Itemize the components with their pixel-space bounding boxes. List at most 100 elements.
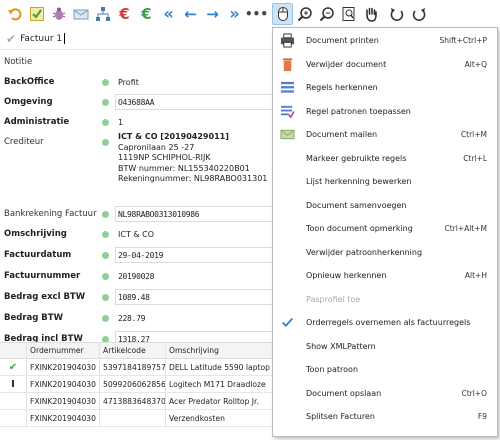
menu-item-document-samenvoegen[interactable]: Document samenvoegen: [273, 194, 497, 218]
menu-item-document-mailen[interactable]: Document mailen Ctrl+M: [273, 123, 497, 147]
text-cursor: [64, 33, 66, 44]
cell-artikelcode: 4713883648370: [100, 393, 166, 409]
document-tab[interactable]: ✔ Factuur 1: [0, 28, 272, 50]
backoffice-label: BackOffice: [4, 77, 55, 87]
administratie-label: Administratie: [4, 117, 70, 127]
menu-item-pasprofiel-toe: Pasprofiel toe: [273, 288, 497, 312]
check-icon: ✔: [6, 31, 17, 46]
omgeving-row: Omgeving O43688AA: [0, 92, 272, 112]
menu-item-splitsen-facturen[interactable]: Splitsen Facturen F9: [273, 405, 497, 429]
bankrekening-value[interactable]: NL98RABO0313010986: [118, 210, 200, 219]
menu-item-shortcut: Shift+Ctrl+P: [439, 36, 487, 46]
status-dot: [102, 118, 109, 126]
menu-item-markeer-gebruikte-regels[interactable]: Markeer gebruikte regels Ctrl+L: [273, 147, 497, 171]
factuurnummer-value[interactable]: 20190028: [118, 272, 154, 281]
omgeving-label: Omgeving: [4, 97, 53, 107]
crediteur-account: Rekeningnummer: NL98RABO031301: [118, 174, 268, 183]
undo-icon[interactable]: [4, 3, 25, 25]
euro-green-icon[interactable]: €: [136, 3, 157, 25]
next-icon[interactable]: →: [202, 3, 223, 25]
cell-ordernummer: FXINK201904030: [27, 393, 100, 409]
bedrag-btw-row: Bedrag BTW 228.79: [0, 308, 272, 328]
menu-item-document-printen[interactable]: Document printen Shift+Ctrl+P: [273, 29, 497, 53]
status-dot: [102, 230, 109, 238]
status-dot: [102, 272, 109, 280]
cell-artikelcode: [100, 410, 166, 426]
menu-item-opnieuw-herkennen[interactable]: Opnieuw herkennen Alt+H: [273, 264, 497, 288]
rotate-left-icon[interactable]: [386, 3, 407, 25]
grid-header-ordernummer[interactable]: Ordernummer: [27, 343, 100, 358]
grid-header-artikelcode[interactable]: Artikelcode: [100, 343, 166, 358]
factuurdatum-label: Factuurdatum: [4, 250, 72, 260]
notitie-row[interactable]: Notitie: [0, 52, 272, 72]
table-row[interactable]: FXINK201904030 Verzendkosten: [0, 410, 272, 427]
factuurdatum-value[interactable]: 29-04-2019: [118, 251, 163, 260]
menu-item-shortcut: F9: [477, 412, 487, 422]
euro-red-icon[interactable]: €: [114, 3, 135, 25]
backoffice-row: BackOffice Profit: [0, 72, 272, 92]
bedrag-excl-value[interactable]: 1089.48: [118, 293, 150, 302]
more-icon[interactable]: •••: [245, 3, 268, 25]
cell-ordernummer: FXINK201904030: [27, 410, 100, 426]
menu-item-shortcut: Ctrl+O: [461, 388, 487, 398]
omschrijving-label: Omschrijving: [4, 229, 67, 239]
menu-item-toon-patroon[interactable]: Toon patroon: [273, 358, 497, 382]
approve-checkbox-icon[interactable]: [26, 3, 47, 25]
factuurnummer-label: Factuurnummer: [4, 271, 81, 281]
grid-header-omschrijving[interactable]: Omschrijving: [166, 343, 272, 358]
crediteur-vat: BTW nummer: NL155340220B01: [118, 163, 250, 173]
bedrag-btw-value[interactable]: 228.79: [118, 314, 145, 323]
table-row[interactable]: ✔ FXINK201904030 5397184189757 DELL Lati…: [0, 359, 272, 376]
hierarchy-icon[interactable]: [92, 3, 113, 25]
more-actions-menu: Document printen Shift+Ctrl+P Verwijder …: [272, 27, 498, 437]
menu-item-shortcut: Alt+H: [464, 271, 487, 281]
status-dot: [102, 78, 109, 86]
menu-item-lijst-herkenning-bewerken[interactable]: Lijst herkenning bewerken: [273, 170, 497, 194]
menu-item-label: Pasprofiel toe: [306, 294, 361, 304]
crediteur-details[interactable]: ICT & CO [20190429011] Capronilaan 25 -2…: [0, 130, 272, 202]
zoom-fit-icon[interactable]: [338, 3, 359, 25]
toolbar: € € « ← → » •••: [0, 0, 500, 28]
menu-item-label: Markeer gebruikte regels: [306, 153, 407, 163]
zoom-in-icon[interactable]: [294, 3, 315, 25]
status-dot: [102, 314, 109, 322]
table-row[interactable]: FXINK201904030 4713883648370 Acer Predat…: [0, 393, 272, 410]
cell-omschrijving: DELL Latitude 5590 laptop: [169, 362, 270, 372]
menu-item-label: Document printen: [306, 36, 379, 46]
status-dot: [102, 251, 109, 259]
last-page-icon[interactable]: »: [224, 3, 245, 25]
notitie-label: Notitie: [4, 57, 33, 67]
menu-item-document-opslaan[interactable]: Document opslaan Ctrl+O: [273, 382, 497, 406]
menu-item-toon-document-opmerking[interactable]: Toon document opmerking Ctrl+Alt+M: [273, 217, 497, 241]
mouse-icon[interactable]: [272, 3, 293, 25]
omgeving-value[interactable]: O43688AA: [118, 98, 154, 107]
menu-item-verwijder-document[interactable]: Verwijder document Alt+Q: [273, 53, 497, 77]
menu-item-regels-herkennen[interactable]: Regels herkennen: [273, 76, 497, 100]
menu-item-label: Verwijder document: [306, 59, 387, 69]
bug-icon[interactable]: [48, 3, 69, 25]
menu-item-verwijder-patroonherkenning[interactable]: Verwijder patroonherkenning: [273, 241, 497, 265]
table-row[interactable]: I FXINK201904030 5099206062856 Logitech …: [0, 376, 272, 393]
menu-item-shortcut: Ctrl+M: [460, 130, 487, 140]
menu-item-shortcut: Ctrl+L: [463, 153, 487, 163]
rotate-right-icon[interactable]: [408, 3, 429, 25]
mail-icon[interactable]: [70, 3, 91, 25]
crediteur-city: 1119NP SCHIPHOL-RIJK: [118, 153, 211, 162]
status-dot: [102, 210, 109, 218]
row-cursor-marker: I: [11, 378, 15, 390]
menu-item-orderregels-overnemen[interactable]: Orderregels overnemen als factuurregels: [273, 311, 497, 335]
first-page-icon[interactable]: «: [158, 3, 179, 25]
omschrijving-value[interactable]: ICT & CO: [118, 230, 154, 239]
zoom-out-icon[interactable]: [316, 3, 337, 25]
menu-item-label: Toon patroon: [306, 365, 359, 375]
lines-check-icon: [279, 103, 295, 119]
administratie-value[interactable]: 1: [118, 118, 123, 127]
omschrijving-row: Omschrijving ICT & CO: [0, 224, 272, 244]
menu-item-show-xmlpattern[interactable]: Show XMLPattern: [273, 335, 497, 359]
menu-item-label: Orderregels overnemen als factuurregels: [306, 318, 471, 328]
printer-icon: [279, 33, 295, 49]
menu-item-regel-patronen-toepassen[interactable]: Regel patronen toepassen: [273, 100, 497, 124]
backoffice-value[interactable]: Profit: [118, 78, 139, 87]
hand-icon[interactable]: [360, 3, 381, 25]
previous-icon[interactable]: ←: [180, 3, 201, 25]
